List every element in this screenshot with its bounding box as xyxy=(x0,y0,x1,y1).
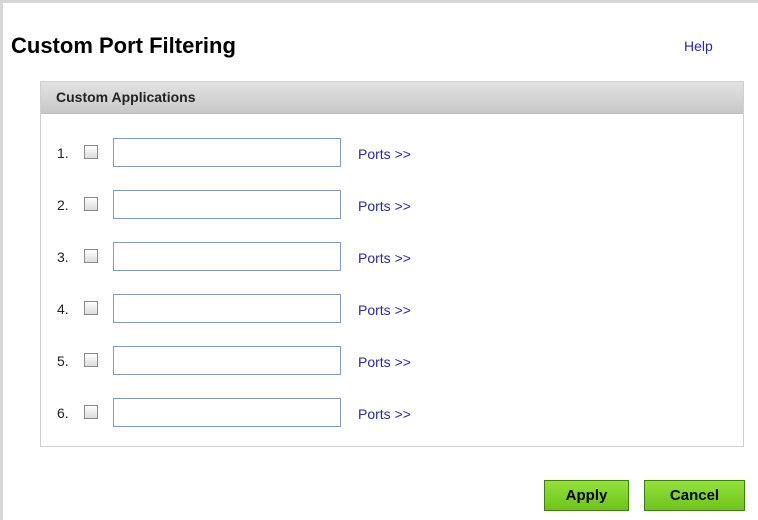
page-title: Custom Port Filtering xyxy=(11,33,236,58)
row-number: 1. xyxy=(57,145,69,161)
app-row-6: 6. Ports >> xyxy=(41,398,743,428)
cancel-button[interactable]: Cancel xyxy=(644,480,745,511)
row-number: 4. xyxy=(57,301,69,317)
row-checkbox[interactable] xyxy=(84,405,98,419)
application-name-input[interactable] xyxy=(113,242,341,271)
application-name-input[interactable] xyxy=(113,190,341,219)
row-number: 6. xyxy=(57,405,69,421)
app-row-3: 3. Ports >> xyxy=(41,242,743,272)
row-number: 5. xyxy=(57,353,69,369)
ports-link[interactable]: Ports >> xyxy=(358,406,411,422)
ports-link[interactable]: Ports >> xyxy=(358,250,411,266)
application-name-input[interactable] xyxy=(113,294,341,323)
ports-link[interactable]: Ports >> xyxy=(358,146,411,162)
ports-link[interactable]: Ports >> xyxy=(358,302,411,318)
ports-link[interactable]: Ports >> xyxy=(358,354,411,370)
custom-applications-panel: Custom Applications 1. Ports >> 2. Ports… xyxy=(40,81,744,447)
application-name-input[interactable] xyxy=(113,138,341,167)
page-frame: Custom Port Filtering Help Custom Applic… xyxy=(0,0,758,520)
row-checkbox[interactable] xyxy=(84,197,98,211)
help-link[interactable]: Help xyxy=(684,38,713,54)
application-name-input[interactable] xyxy=(113,346,341,375)
row-checkbox[interactable] xyxy=(84,353,98,367)
apply-button[interactable]: Apply xyxy=(544,480,629,511)
app-row-1: 1. Ports >> xyxy=(41,138,743,168)
app-row-4: 4. Ports >> xyxy=(41,294,743,324)
row-checkbox[interactable] xyxy=(84,249,98,263)
ports-link[interactable]: Ports >> xyxy=(358,198,411,214)
app-row-5: 5. Ports >> xyxy=(41,346,743,376)
app-row-2: 2. Ports >> xyxy=(41,190,743,220)
panel-header: Custom Applications xyxy=(41,82,743,114)
row-checkbox[interactable] xyxy=(84,145,98,159)
row-number: 3. xyxy=(57,249,69,265)
row-number: 2. xyxy=(57,197,69,213)
row-checkbox[interactable] xyxy=(84,301,98,315)
application-name-input[interactable] xyxy=(113,398,341,427)
